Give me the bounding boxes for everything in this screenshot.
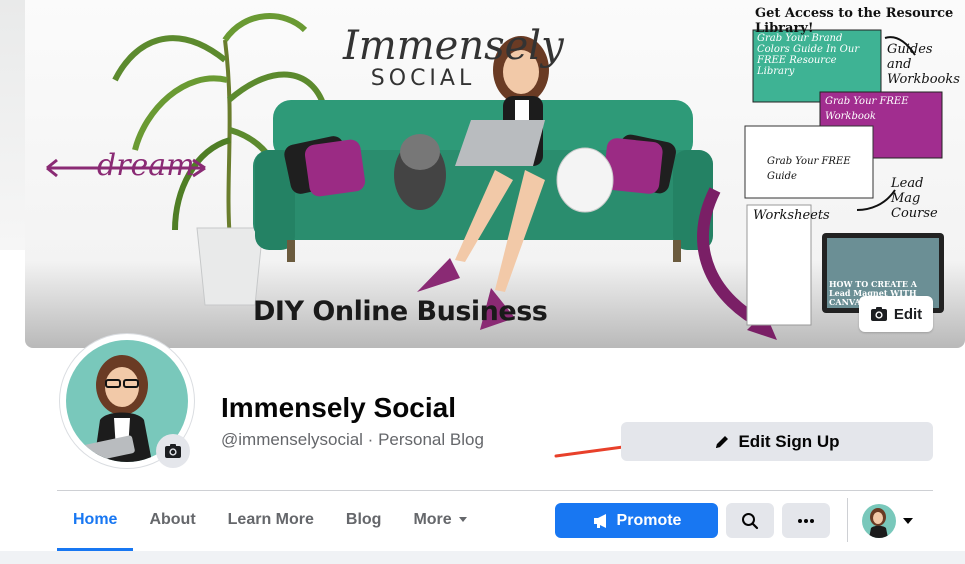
page-background-strip [0,551,965,564]
avatar-illustration [869,507,888,538]
logo-line1: Immensely [343,23,564,69]
edit-sign-up-label: Edit Sign Up [738,431,840,451]
caret-down-icon [903,517,913,524]
ellipsis-icon [798,518,814,523]
pencil-icon [716,435,729,448]
camera-icon [165,444,181,458]
edit-cover-label: Edit [893,305,923,323]
tab-blog[interactable]: Blog [330,491,398,549]
thumb-free-workbook: Grab Your FREE Workbook [825,96,909,122]
megaphone-icon [593,513,606,528]
more-options-button[interactable] [782,503,830,538]
tab-learn-more[interactable]: Learn More [212,491,330,549]
account-switcher[interactable] [862,503,922,538]
page-title: Immensely Social [221,392,457,423]
brand-logo: Immensely SOCIAL [343,23,564,91]
note-lead-mag: Lead Mag Course [891,176,938,221]
tab-home-label: Home [73,510,118,528]
resource-headline: Get Access to the Resource Library! [755,6,954,36]
tab-learn-more-label: Learn More [227,511,314,528]
avatar [862,503,896,538]
thumb-brand-colors: Grab Your Brand Colors Guide In Our FREE… [757,33,860,77]
caret-down-icon [458,517,467,522]
tab-more[interactable]: More [397,491,483,549]
tab-home[interactable]: Home [57,491,134,551]
profile-camera-button[interactable] [156,434,190,468]
tab-more-label: More [413,511,452,528]
camera-icon [870,307,887,321]
page-subtitle: @immenselysocial · Personal Blog [221,430,484,449]
tagline: DIY Online Business [253,296,548,327]
tab-about[interactable]: About [133,491,211,549]
left-background [0,0,25,250]
edit-cover-button[interactable]: Edit [859,296,933,332]
cover-photo: Get Access to the Resource Library! Imme… [25,0,965,348]
page-tabs: Home About Learn More Blog More [57,491,484,551]
search-icon [742,512,759,529]
search-button[interactable] [726,503,774,538]
tab-blog-label: Blog [345,511,382,528]
nav-vertical-separator [847,498,848,542]
note-guides: Guides and Workbooks [887,42,960,87]
logo-line2: SOCIAL [370,66,476,91]
note-worksheets: Worksheets [753,208,830,223]
thumb-free-guide: Grab Your FREE Guide [767,156,851,182]
dream-text: dream [97,148,195,183]
tab-about-label: About [149,511,196,528]
edit-sign-up-button[interactable]: Edit Sign Up [621,422,933,461]
promote-label: Promote [616,511,682,529]
promote-button[interactable]: Promote [555,503,718,538]
